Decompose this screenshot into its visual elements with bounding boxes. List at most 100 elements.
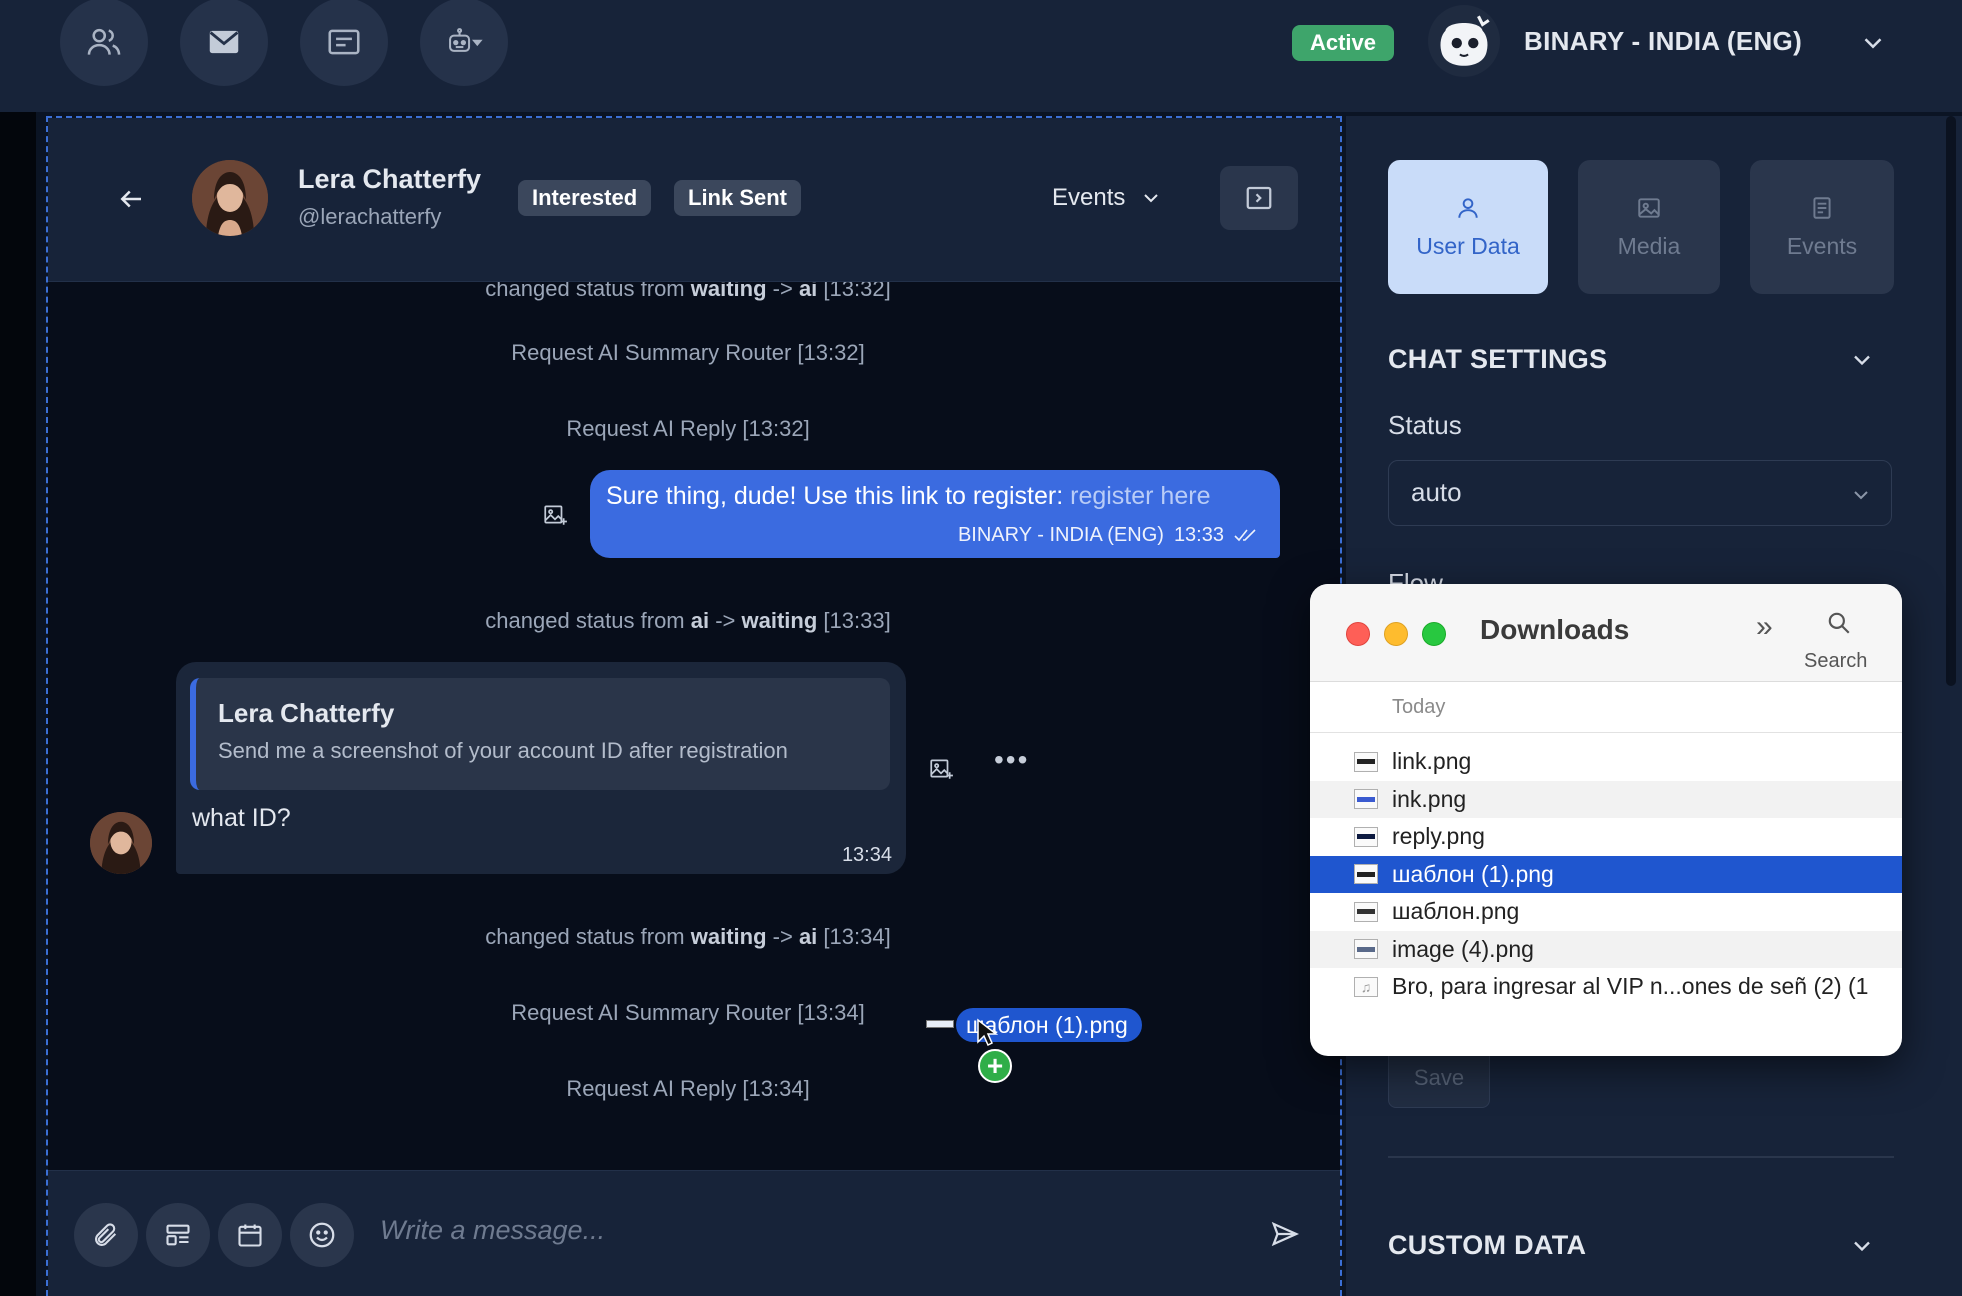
template-button[interactable] <box>146 1203 210 1267</box>
file-name: reply.png <box>1392 823 1485 850</box>
system-event: Request AI Reply [13:32] <box>566 416 810 441</box>
incoming-message-text: what ID? <box>192 804 291 832</box>
paperclip-icon <box>95 1223 117 1246</box>
tab-media[interactable]: Media <box>1578 160 1720 294</box>
window-title: Downloads <box>1480 614 1630 645</box>
message-time: 13:33 <box>1173 524 1224 546</box>
attach-button[interactable] <box>74 1203 138 1267</box>
schedule-button[interactable] <box>218 1203 282 1267</box>
message-composer: Write a message... <box>48 1170 1340 1296</box>
tag-interested[interactable]: Interested <box>518 180 652 216</box>
save-button[interactable]: Save <box>1388 1048 1490 1108</box>
finder-toolbar: Downloads » Search <box>1310 584 1902 682</box>
quote-text: Send me a screenshot of your account ID … <box>218 738 788 763</box>
image-file-icon <box>1354 939 1378 960</box>
file-name: ink.png <box>1392 785 1467 812</box>
minimize-window-button[interactable] <box>1384 622 1408 646</box>
robot-icon <box>449 28 483 52</box>
system-event: changed status from waiting -> ai [13:32… <box>485 282 891 301</box>
system-event: changed status from waiting -> ai [13:34… <box>485 924 891 949</box>
status-select-value: auto <box>1411 477 1462 507</box>
file-row-selected[interactable]: шаблон (1).png <box>1310 855 1902 893</box>
image-file-icon <box>1354 864 1378 885</box>
tab-label: User Data <box>1416 232 1520 259</box>
downloads-window: Downloads » Search Today link.png ink.pn… <box>1310 584 1902 1056</box>
image-file-icon <box>1354 826 1378 847</box>
message-time: 13:34 <box>841 844 892 866</box>
close-window-button[interactable] <box>1346 622 1370 646</box>
chat-settings-title[interactable]: CHAT SETTINGS <box>1388 344 1607 375</box>
send-icon[interactable] <box>1270 1219 1300 1249</box>
user-icon <box>1458 197 1478 218</box>
outgoing-message[interactable]: Sure thing, dude! Use this link to regis… <box>590 470 1280 558</box>
search-icon[interactable] <box>1826 610 1852 636</box>
file-name: шаблон.png <box>1392 898 1520 925</box>
custom-data-title[interactable]: CUSTOM DATA <box>1388 1230 1586 1261</box>
back-arrow-icon[interactable] <box>116 184 146 214</box>
events-dropdown[interactable]: Events <box>1052 184 1163 212</box>
panel-expand-icon <box>1246 186 1272 210</box>
sidebar-scrollbar[interactable] <box>1946 116 1956 686</box>
system-event: Request AI Summary Router [13:32] <box>511 340 865 365</box>
chat-header: Lera Chatterfy @lerachatterfy Interested… <box>48 118 1340 282</box>
chevron-down-icon <box>1144 194 1159 203</box>
more-toolbar-icon[interactable]: » <box>1756 610 1773 644</box>
inbox-nav-button[interactable] <box>180 0 268 86</box>
group-header: Today <box>1392 696 1446 718</box>
image-attach-icon[interactable] <box>928 756 954 782</box>
file-row[interactable]: шаблон.png <box>1310 893 1902 931</box>
contacts-nav-button[interactable] <box>60 0 148 86</box>
chevron-down-icon[interactable] <box>1858 28 1888 58</box>
file-name: link.png <box>1392 748 1472 775</box>
image-icon <box>1638 197 1660 218</box>
search-label[interactable]: Search <box>1804 650 1867 673</box>
contact-name: Lera Chatterfy <box>298 164 482 194</box>
file-row[interactable]: link.png <box>1310 743 1902 781</box>
status-label: Status <box>1388 410 1462 440</box>
file-row[interactable]: image (4).png <box>1310 930 1902 968</box>
message-card-icon <box>328 29 360 55</box>
file-row[interactable]: ♫ Bro, para ingresar al VIP n...ones de … <box>1310 968 1902 1006</box>
contact-handle: @lerachatterfy <box>298 204 442 229</box>
template-icon <box>166 1224 190 1246</box>
emoji-button[interactable] <box>290 1203 354 1267</box>
divider <box>1388 1156 1894 1158</box>
toggle-sidebar-button[interactable] <box>1220 166 1298 230</box>
register-link[interactable]: register here <box>1070 482 1210 510</box>
file-row[interactable]: reply.png <box>1310 818 1902 856</box>
chevron-down-icon[interactable] <box>1848 1232 1876 1260</box>
outgoing-message-text: Sure thing, dude! Use this link to regis… <box>606 482 1211 510</box>
file-row[interactable]: ink.png <box>1310 780 1902 818</box>
bot-nav-button[interactable] <box>420 0 508 86</box>
tab-user-data[interactable]: User Data <box>1388 160 1548 294</box>
message-list[interactable]: changed status from waiting -> ai [13:32… <box>48 282 1340 1170</box>
incoming-message[interactable]: Lera Chatterfy Send me a screenshot of y… <box>176 662 906 874</box>
templates-nav-button[interactable] <box>300 0 388 86</box>
tab-label: Media <box>1617 232 1681 259</box>
account-name[interactable]: BINARY - INDIA (ENG) <box>1524 26 1802 57</box>
left-edge-strip <box>0 0 36 1296</box>
status-select[interactable]: auto <box>1388 460 1892 526</box>
mouse-cursor-icon <box>977 1018 998 1047</box>
tab-events[interactable]: Events <box>1750 160 1894 294</box>
tag-link-sent[interactable]: Link Sent <box>674 180 802 216</box>
avatar[interactable] <box>192 160 268 236</box>
chevron-down-icon[interactable] <box>1848 346 1876 374</box>
drag-file-icon <box>926 1020 954 1028</box>
sender-label: BINARY - INDIA (ENG) <box>957 524 1164 546</box>
quoted-message[interactable]: Lera Chatterfy Send me a screenshot of y… <box>190 678 890 790</box>
users-icon <box>87 28 121 55</box>
chevron-down-icon <box>1854 491 1868 500</box>
image-attach-icon[interactable] <box>542 502 568 528</box>
avatar <box>90 812 152 874</box>
more-options-icon[interactable]: ••• <box>994 744 1029 776</box>
document-icon <box>1813 196 1831 219</box>
message-input[interactable]: Write a message... <box>380 1215 605 1246</box>
zoom-window-button[interactable] <box>1422 622 1446 646</box>
audio-file-icon: ♫ <box>1354 976 1378 997</box>
calendar-icon <box>238 1224 262 1247</box>
chat-panel: Lera Chatterfy @lerachatterfy Interested… <box>46 116 1342 1296</box>
mail-icon <box>209 30 239 54</box>
top-bar: Active BINARY - INDIA (ENG) <box>0 0 1962 112</box>
copy-plus-icon: + <box>978 1049 1012 1083</box>
